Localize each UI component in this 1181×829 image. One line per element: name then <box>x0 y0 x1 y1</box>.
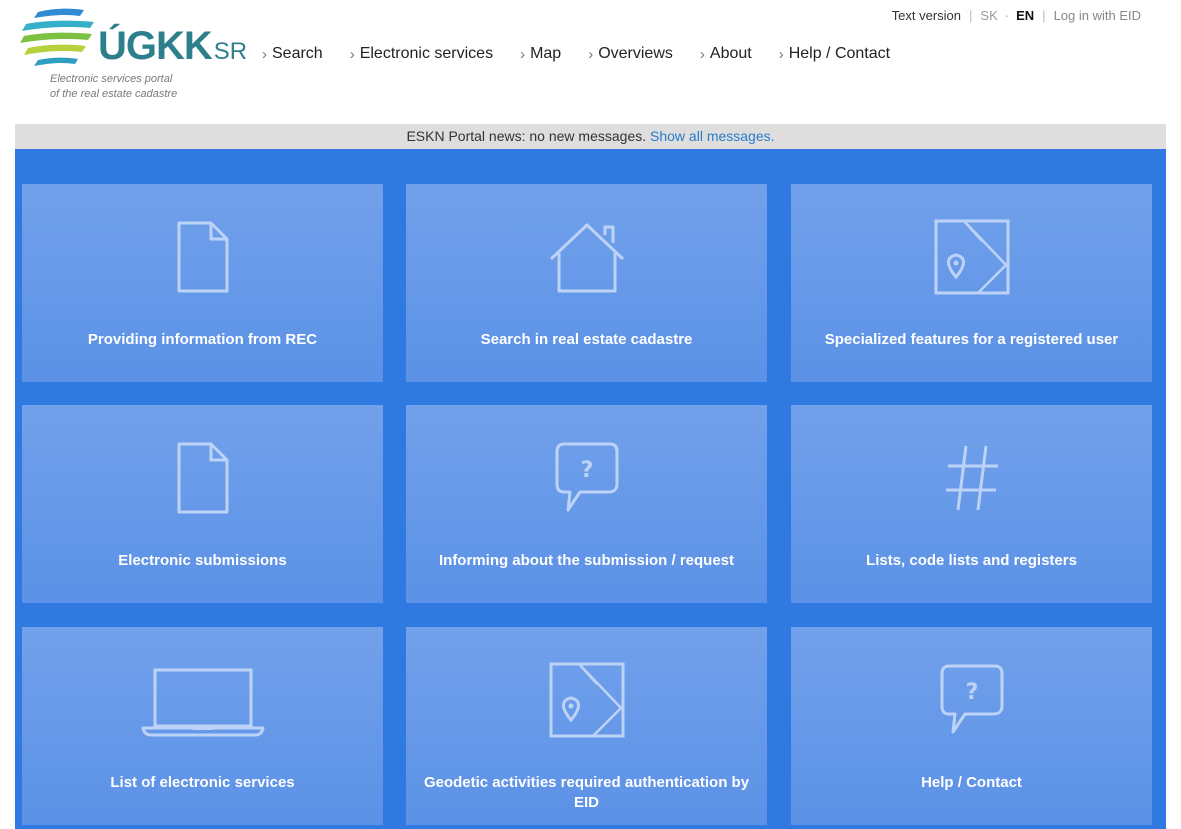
tile-specialized-features[interactable]: Specialized features for a registered us… <box>791 184 1152 382</box>
nav-item-label: Map <box>530 45 562 62</box>
map-pin-icon <box>934 219 1010 294</box>
nav-item-label: Search <box>272 45 323 62</box>
tile-label: Informing about the submission / request <box>438 552 735 569</box>
nav-item-label: Overviews <box>598 45 673 62</box>
hash-icon <box>942 440 1002 515</box>
lang-sk-link[interactable]: SK <box>980 8 997 23</box>
tile-lists-code-lists[interactable]: Lists, code lists and registers <box>791 405 1152 603</box>
tile-label: List of electronic services <box>110 774 295 791</box>
site-logo[interactable]: ÚGKKSR Electronic services portal of the… <box>20 6 247 106</box>
tile-help-contact[interactable]: ? Help / Contact <box>791 627 1152 825</box>
logo-tagline: Electronic services portal of the real e… <box>50 73 178 100</box>
chevron-right-icon: › <box>520 45 526 63</box>
login-eid-link[interactable]: Log in with EID <box>1054 8 1141 23</box>
svg-text:?: ? <box>580 458 593 483</box>
tile-label: Specialized features for a registered us… <box>824 331 1119 348</box>
question-bubble-icon: ? <box>554 440 620 515</box>
services-grid: Providing information from REC Search in… <box>15 149 1166 829</box>
question-bubble-icon: ? <box>939 662 1005 737</box>
laptop-icon <box>141 662 265 737</box>
news-bar: ESKN Portal news: no new messages. Show … <box>15 124 1166 149</box>
main-nav: › Search › Electronic services › Map › Overv… <box>262 45 917 63</box>
document-icon <box>175 440 231 515</box>
text-version-link[interactable]: Text version <box>892 8 961 23</box>
house-icon <box>545 219 629 294</box>
lang-en-link[interactable]: EN <box>1016 8 1034 23</box>
news-text: ESKN Portal news: no new messages. <box>406 128 647 144</box>
tile-label: Lists, code lists and registers <box>866 552 1077 569</box>
document-icon <box>175 219 231 294</box>
nav-item-help-contact[interactable]: › Help / Contact <box>779 45 890 63</box>
tile-label: Help / Contact <box>921 774 1022 791</box>
nav-item-electronic-services[interactable]: › Electronic services <box>350 45 493 63</box>
chevron-right-icon: › <box>778 45 784 63</box>
chevron-right-icon: › <box>349 45 355 63</box>
tile-label: Providing information from REC <box>87 331 318 348</box>
nav-item-map[interactable]: › Map <box>520 45 561 63</box>
divider: | <box>1042 8 1046 23</box>
tile-label: Search in real estate cadastre <box>480 331 693 348</box>
tile-electronic-submissions[interactable]: Electronic submissions <box>22 405 383 603</box>
tile-search-cadastre[interactable]: Search in real estate cadastre <box>406 184 767 382</box>
nav-item-about[interactable]: › About <box>700 45 752 63</box>
tile-label: Geodetic activities required authenticat… <box>423 774 750 811</box>
nav-item-overviews[interactable]: › Overviews <box>588 45 673 63</box>
tile-informing-submission[interactable]: ? Informing about the submission / reque… <box>406 405 767 603</box>
site-header: ÚGKKSR Electronic services portal of the… <box>0 0 1181 123</box>
utility-bar: Text version | SK · EN | Log in with EID <box>892 8 1141 23</box>
divider: · <box>1004 8 1010 23</box>
tile-providing-information[interactable]: Providing information from REC <box>22 184 383 382</box>
tile-geodetic-activities[interactable]: Geodetic activities required authenticat… <box>406 627 767 825</box>
nav-item-search[interactable]: › Search <box>262 45 323 63</box>
chevron-right-icon: › <box>588 45 594 63</box>
nav-item-label: Help / Contact <box>788 45 891 62</box>
show-all-messages-link[interactable]: Show all messages. <box>650 128 775 144</box>
tile-label: Electronic submissions <box>118 552 287 569</box>
nav-item-label: About <box>709 45 752 62</box>
svg-text:?: ? <box>965 680 978 705</box>
tile-list-electronic-services[interactable]: List of electronic services <box>22 627 383 825</box>
divider: | <box>969 8 973 23</box>
chevron-right-icon: › <box>699 45 705 63</box>
chevron-right-icon: › <box>262 45 267 63</box>
map-pin-icon <box>549 662 625 737</box>
logo-stripes-icon <box>20 8 94 66</box>
nav-item-label: Electronic services <box>359 45 494 62</box>
logo-wordmark: ÚGKKSR <box>98 24 248 68</box>
